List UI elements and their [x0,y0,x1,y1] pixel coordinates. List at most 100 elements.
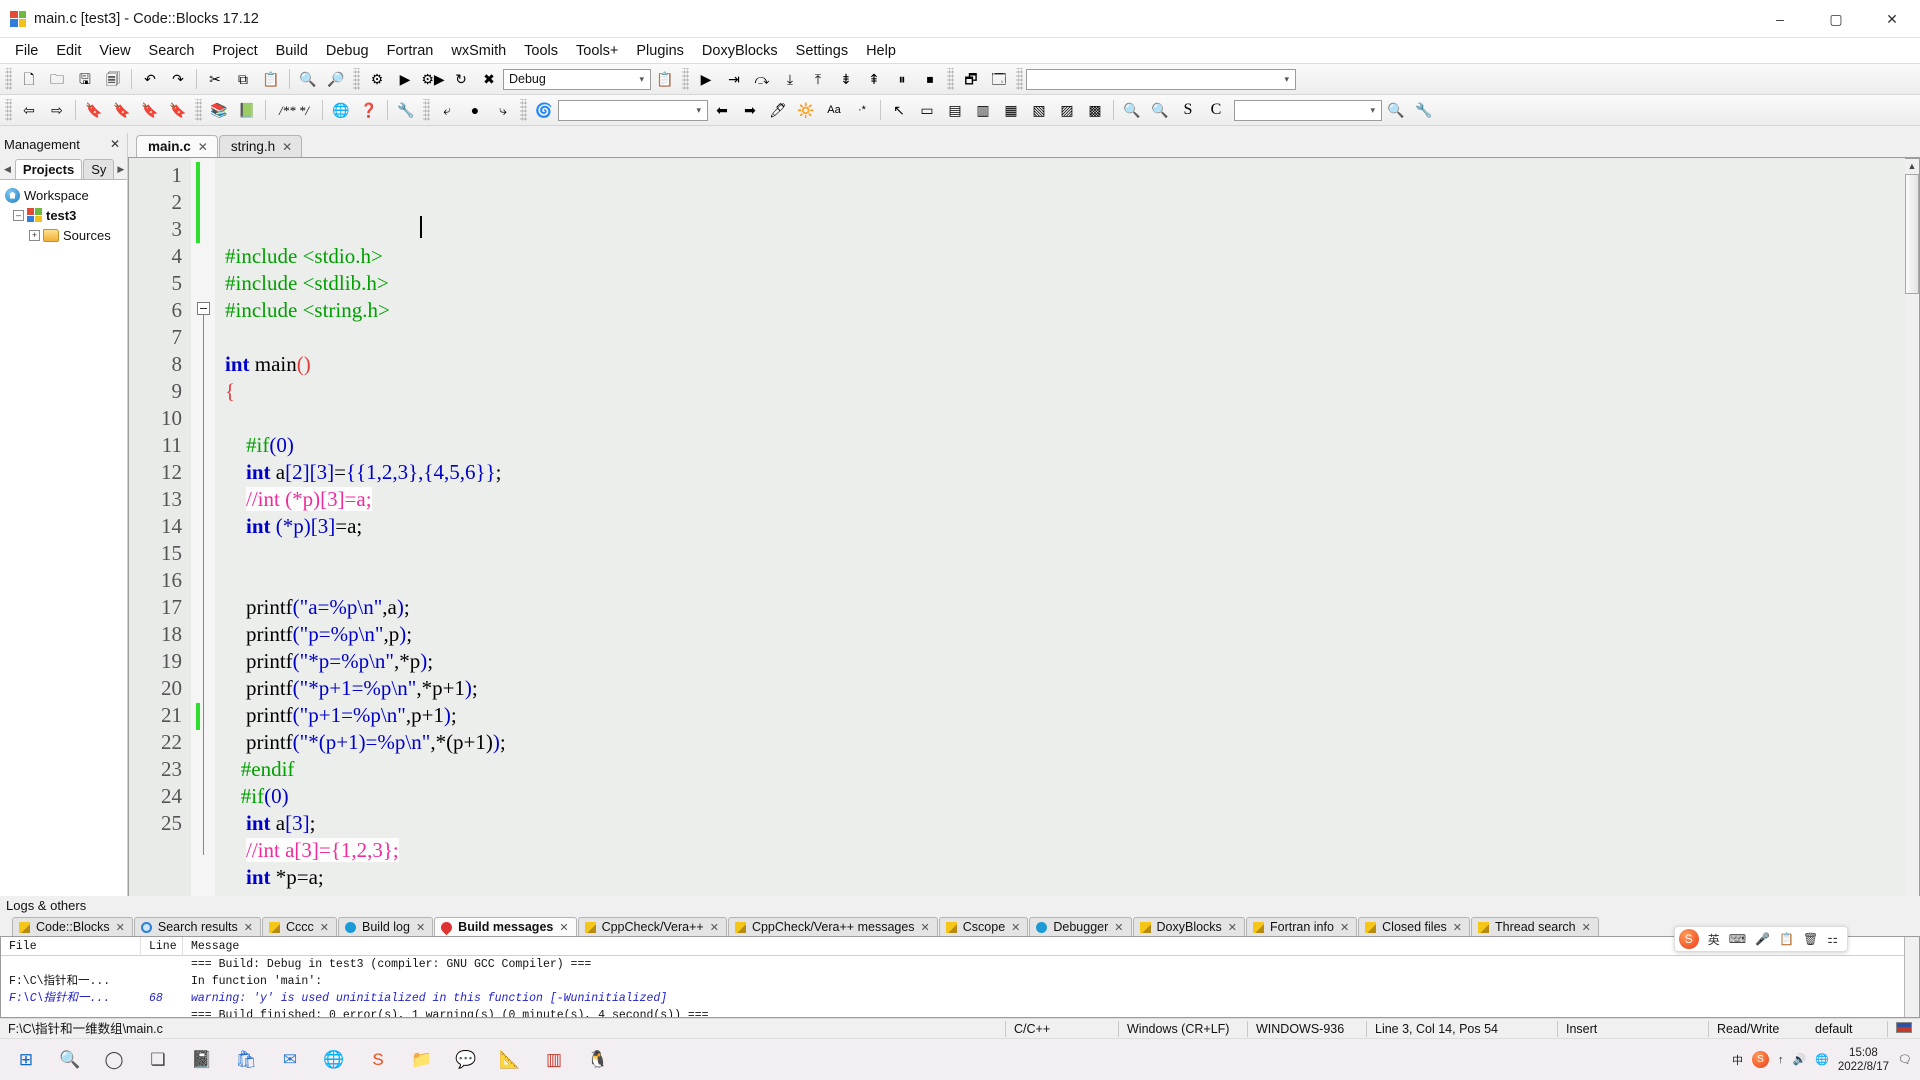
tray-show-hidden-icon[interactable]: ↑ [1778,1054,1784,1066]
cursor-icon[interactable]: ↖ [886,98,912,123]
menu-tools-plus[interactable]: Tools+ [567,40,627,62]
tray-notifications-icon[interactable]: 🗨 [1898,1053,1912,1066]
doxyblocks-help-icon[interactable]: ❓ [356,98,382,123]
ime-mode-label[interactable]: 英 [1708,931,1720,948]
sogou-logo-icon[interactable]: S [1678,929,1699,949]
menu-tools[interactable]: Tools [515,40,567,62]
code-line[interactable]: printf("*p=%p\n",*p); [225,648,1905,675]
code-line[interactable]: printf("p+1=%p\n",p+1); [225,702,1905,729]
tree-item-workspace[interactable]: Workspace [3,185,124,205]
find-symbol-icon[interactable]: 🔍 [1383,98,1409,123]
select-target-icon[interactable]: 📋 [652,67,678,92]
toolbar-grip[interactable] [5,68,12,90]
wxsmith-align-top-icon[interactable]: ▦ [998,98,1024,123]
task-view-icon[interactable]: ❏ [138,1040,178,1080]
menu-search[interactable]: Search [140,40,204,62]
close-button[interactable]: ✕ [1864,0,1920,38]
wxsmith-align-bottom-icon[interactable]: ▨ [1054,98,1080,123]
expand-icon[interactable]: + [29,229,40,241]
close-icon[interactable]: ✕ [198,140,208,154]
start-button-icon[interactable]: ⊞ [6,1040,46,1080]
build-icon[interactable]: ⚙ [364,67,390,92]
code-line[interactable]: #include <stdio.h> [225,243,1905,270]
abort-icon[interactable]: ✖ [476,67,502,92]
case-sensitive-icon[interactable]: Aa [821,98,847,123]
qq-icon[interactable]: 🐧 [578,1040,618,1080]
build-message-row[interactable]: F:\C\指针和一... In function 'main': [1,973,1919,990]
search-combo[interactable]: ▾ [558,99,708,121]
code-line[interactable]: printf("*(p+1)=%p\n",*(p+1)); [225,729,1905,756]
code-line[interactable]: int *p=a; [225,864,1905,891]
marker-gutter[interactable] [191,158,215,972]
toolbar-grip[interactable] [195,99,202,121]
close-icon[interactable]: ✕ [244,921,253,934]
column-header-message[interactable]: Message [183,937,1919,956]
debug-next-instruction-icon[interactable]: ⇟ [833,67,859,92]
regex-icon[interactable]: ·* [849,98,875,123]
tab-scroll-left-icon[interactable]: ◀ [2,164,15,179]
fortran-dot-icon[interactable]: ● [462,98,488,123]
menu-doxyblocks[interactable]: DoxyBlocks [693,40,787,62]
tab-symbols[interactable]: Sy [83,159,115,179]
toolbar-empty-combo[interactable]: ▾ [1026,68,1296,90]
doxyblocks-run-icon[interactable]: 📚 [206,98,232,123]
sogou-icon[interactable]: S [358,1040,398,1080]
close-icon[interactable]: ✕ [1453,921,1462,934]
taskbar-clock[interactable]: 15:08 2022/8/17 [1838,1046,1889,1074]
log-tab-build-log[interactable]: Build log ✕ [338,917,434,936]
code-line[interactable]: printf("*p+1=%p\n",*p+1); [225,675,1905,702]
log-tab-cccc[interactable]: Cccc ✕ [262,917,337,936]
menu-build[interactable]: Build [267,40,317,62]
wxsmith-align-center-icon[interactable]: ▤ [942,98,968,123]
editor-vertical-scrollbar[interactable]: ▲ ▼ [1905,158,1920,972]
cortana-icon[interactable]: ◯ [94,1040,134,1080]
tree-item-sources[interactable]: + Sources [3,225,124,245]
wxsmith-align-middle-icon[interactable]: ▧ [1026,98,1052,123]
toolbar-grip[interactable] [520,99,527,121]
forward-icon[interactable]: ⇨ [44,98,70,123]
undo-icon[interactable]: ↶ [137,67,163,92]
doxyblocks-comment-icon[interactable]: /** */ [271,98,317,123]
ime-trash-icon[interactable]: 🗑 [1803,932,1818,946]
log-tab-thread-search[interactable]: Thread search ✕ [1471,917,1599,936]
menu-project[interactable]: Project [204,40,267,62]
rebuild-icon[interactable]: ↻ [448,67,474,92]
goto-prev-icon[interactable]: ⬅ [709,98,735,123]
scroll-up-icon[interactable]: ▲ [1905,159,1919,174]
cut-icon[interactable]: ✂ [202,67,228,92]
log-tab-code-blocks[interactable]: Code::Blocks ✕ [12,917,133,936]
vscroll-thumb[interactable] [1905,174,1919,294]
clear-bookmarks-icon[interactable]: 🔖 [165,98,191,123]
menu-plugins[interactable]: Plugins [627,40,693,62]
tray-volume-icon[interactable]: 🔊 [1792,1053,1806,1066]
tree-item-test3[interactable]: – test3 [3,205,124,225]
log-tab-doxyblocks[interactable]: DoxyBlocks ✕ [1132,917,1246,936]
code-text[interactable]: #include <stdio.h> #include <stdlib.h> #in… [215,158,1905,972]
mail-icon[interactable]: ✉ [270,1040,310,1080]
menu-wxsmith[interactable]: wxSmith [442,40,515,62]
close-icon[interactable]: ✕ [107,137,123,151]
code-line[interactable]: int a[3]; [225,810,1905,837]
build-message-row[interactable]: === Build finished: 0 error(s), 1 warnin… [1,1007,1919,1017]
paste-icon[interactable]: 📋 [258,67,284,92]
log-tab-fortran-info[interactable]: Fortran info ✕ [1246,917,1358,936]
next-bookmark-icon[interactable]: 🔖 [137,98,163,123]
notes-icon[interactable]: 📓 [182,1040,222,1080]
editor-tab-main-c[interactable]: main.c ✕ [136,135,218,157]
close-icon[interactable]: ✕ [416,921,425,934]
explorer-icon[interactable]: 📁 [402,1040,442,1080]
build-and-run-icon[interactable]: ⚙▶ [420,67,446,92]
toolbar-grip[interactable] [423,99,430,121]
wxsmith-align-right-icon[interactable]: ▥ [970,98,996,123]
run-icon[interactable]: ▶ [392,67,418,92]
toggle-bookmark-icon[interactable]: 🔖 [81,98,107,123]
minimize-button[interactable]: – [1752,0,1808,38]
highlight-icon[interactable]: 🖊 [765,98,791,123]
code-line[interactable]: #if(0) [225,432,1905,459]
column-header-line[interactable]: Line [141,937,183,956]
toolbar-grip[interactable] [947,68,954,90]
doxyblocks-config-icon[interactable]: 🔧 [393,98,419,123]
smart-indent-icon[interactable]: S [1175,98,1201,123]
reformat-icon[interactable]: C [1203,98,1229,123]
log-tab-build-messages[interactable]: Build messages ✕ [434,917,577,936]
